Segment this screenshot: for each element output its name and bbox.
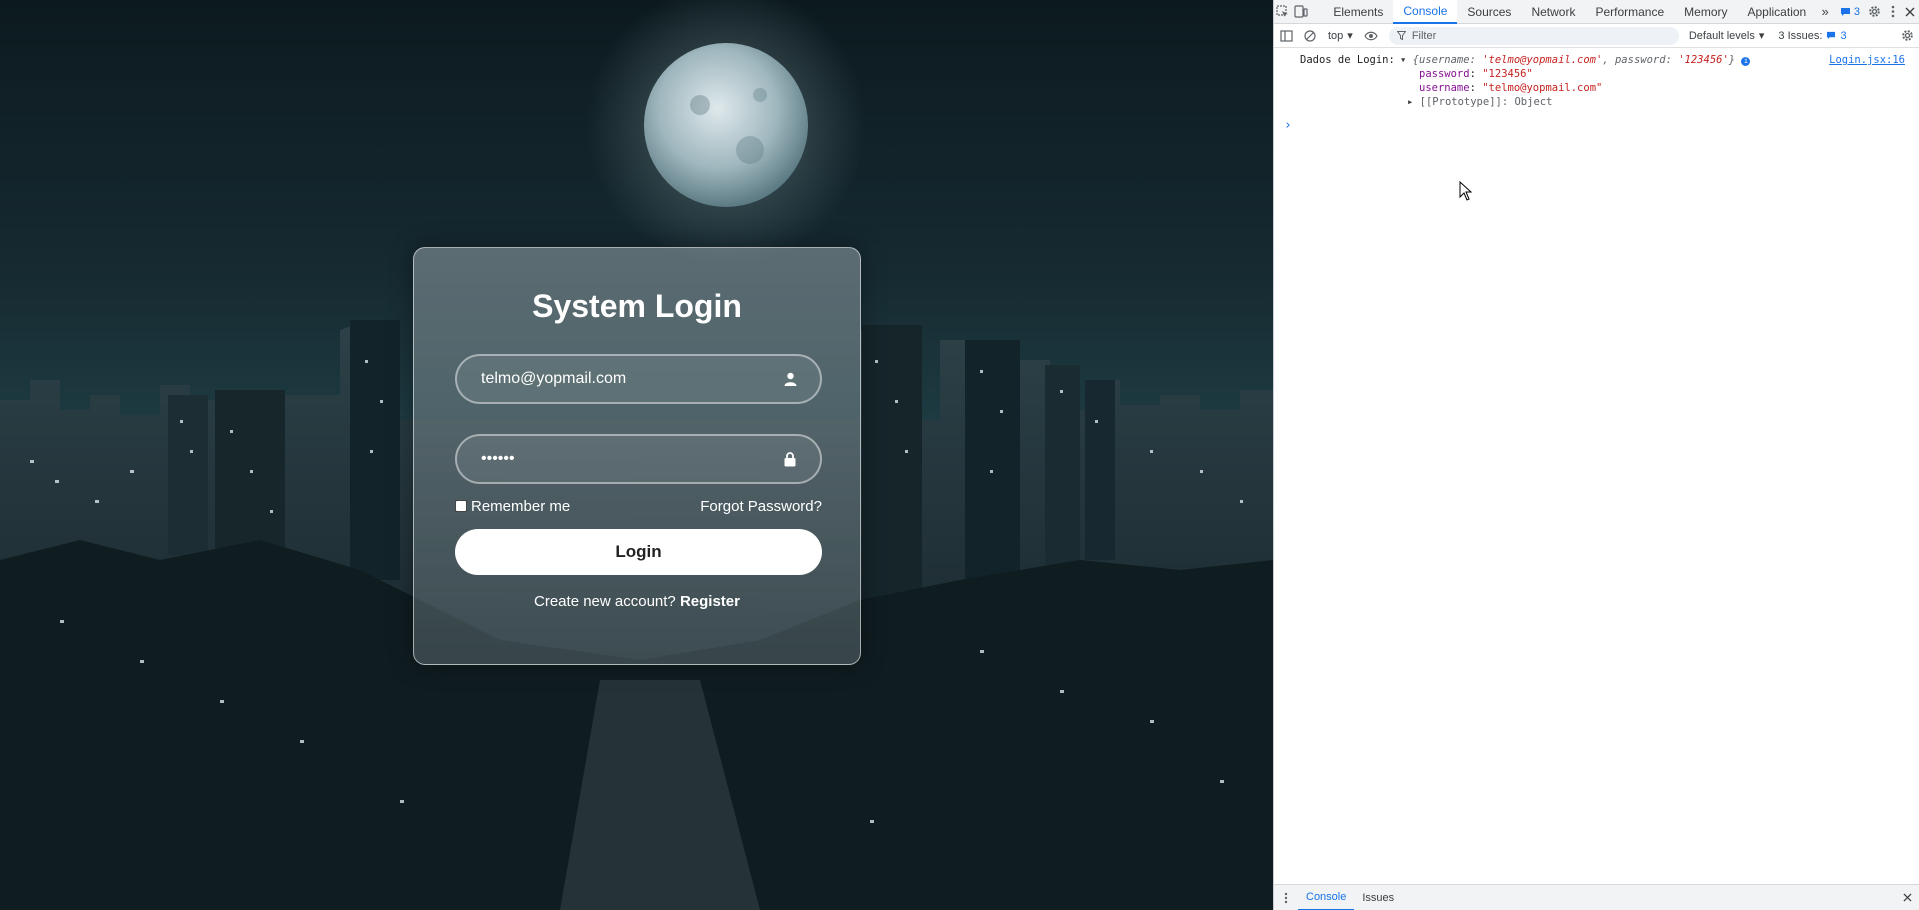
log-source-link[interactable]: Login.jsx:16	[1829, 54, 1905, 66]
login-options-row: Remember me Forgot Password?	[455, 496, 822, 516]
summary-key-username: username	[1418, 54, 1470, 66]
forgot-password-link[interactable]: Forgot Password?	[700, 498, 822, 515]
property-key: username	[1419, 82, 1470, 94]
settings-gear-icon[interactable]	[1866, 0, 1884, 24]
user-icon	[782, 371, 798, 387]
remember-me[interactable]: Remember me	[455, 498, 570, 515]
messages-count: 3	[1853, 5, 1861, 18]
tab-performance[interactable]: Performance	[1585, 0, 1674, 24]
property-username: username: "telmo@yopmail.com"	[1419, 82, 1603, 94]
console-prompt-chevron-icon[interactable]: ›	[1284, 118, 1292, 133]
log-object-summary[interactable]: ▾ {username: 'telmo@yopmail.com', passwo…	[1400, 54, 1751, 66]
login-form-card: System Login Remember me Forgot Password…	[413, 247, 861, 665]
property-value: "telmo@yopmail.com"	[1482, 82, 1603, 94]
property-key: password	[1419, 68, 1470, 80]
close-devtools-icon[interactable]	[1901, 0, 1919, 24]
log-message-prefix: Dados de Login:	[1300, 54, 1395, 66]
console-settings-gear-icon[interactable]	[1895, 24, 1919, 48]
filter-funnel-icon	[1396, 31, 1406, 40]
tab-memory[interactable]: Memory	[1674, 0, 1737, 24]
summary-value-username: 'telmo@yopmail.com'	[1482, 54, 1603, 66]
page-viewport: System Login Remember me Forgot Password…	[0, 0, 1273, 910]
moon	[644, 43, 808, 207]
password-field[interactable]	[455, 434, 822, 484]
tab-elements[interactable]: Elements	[1323, 0, 1393, 24]
devtools-drawer: Console Issues	[1274, 884, 1919, 910]
drawer-tab-console[interactable]: Console	[1298, 885, 1355, 910]
devtools-tab-bar: Elements Console Sources Network Perform…	[1274, 0, 1919, 24]
tab-network[interactable]: Network	[1521, 0, 1585, 24]
property-password: password: "123456"	[1419, 68, 1533, 80]
levels-value: Default levels	[1688, 29, 1755, 42]
remember-me-label: Remember me	[471, 497, 571, 515]
drawer-tab-issues[interactable]: Issues	[1354, 885, 1402, 910]
devtools-panel: Elements Console Sources Network Perform…	[1273, 0, 1919, 910]
info-icon[interactable]: i	[1741, 57, 1751, 66]
property-prototype[interactable]: ▸ [[Prototype]]: Object	[1407, 96, 1552, 108]
mouse-pointer-icon	[1459, 181, 1473, 201]
console-filter-input[interactable]: Filter	[1388, 26, 1679, 45]
console-output: Dados de Login: ▾ {username: 'telmo@yopm…	[1274, 48, 1919, 884]
username-input[interactable]	[481, 370, 782, 388]
messages-badge[interactable]: 3	[1834, 6, 1866, 18]
live-expression-eye-icon[interactable]	[1359, 24, 1383, 48]
inspect-element-icon[interactable]	[1274, 0, 1292, 24]
kebab-menu-icon[interactable]	[1884, 0, 1902, 24]
password-input[interactable]	[481, 450, 782, 468]
device-toolbar-icon[interactable]	[1292, 0, 1310, 24]
console-toolbar: top ▾ Filter Default levels ▾ 3 Issues: …	[1274, 24, 1919, 48]
register-row: Create new account? Register	[414, 593, 860, 610]
more-tabs-icon[interactable]: »	[1816, 0, 1834, 24]
filter-placeholder: Filter	[1411, 29, 1437, 42]
expand-triangle-icon[interactable]: ▾	[1400, 54, 1406, 66]
tab-application[interactable]: Application	[1738, 0, 1817, 24]
login-title: System Login	[532, 288, 742, 324]
summary-value-password: '123456'	[1678, 54, 1729, 66]
tab-sources[interactable]: Sources	[1457, 0, 1521, 24]
prototype-label: [[Prototype]]: Object	[1419, 96, 1553, 108]
tab-console[interactable]: Console	[1393, 0, 1458, 24]
username-field[interactable]	[455, 354, 822, 404]
summary-key-password: password	[1614, 54, 1666, 66]
register-prompt: Create new account?	[534, 593, 676, 610]
sidebar-toggle-icon[interactable]	[1274, 24, 1298, 48]
issues-counter[interactable]: 3 Issues: 3	[1778, 30, 1846, 42]
property-value: "123456"	[1482, 68, 1533, 80]
issues-number: 3	[1840, 29, 1847, 42]
drawer-menu-icon[interactable]	[1274, 886, 1298, 910]
clear-console-icon[interactable]	[1298, 24, 1322, 48]
log-levels-select[interactable]: Default levels ▾	[1688, 29, 1765, 43]
chevron-down-icon: ▾	[1758, 30, 1765, 42]
register-link[interactable]: Register	[680, 593, 740, 610]
login-button[interactable]: Login	[455, 529, 822, 575]
issues-label: 3 Issues:	[1778, 29, 1823, 42]
lock-icon	[782, 451, 798, 467]
context-value: top	[1328, 29, 1344, 42]
collapse-triangle-icon[interactable]: ▸	[1407, 96, 1413, 108]
close-drawer-icon[interactable]	[1895, 886, 1919, 910]
context-select[interactable]: top ▾	[1322, 29, 1359, 43]
summary-close-brace: }	[1728, 54, 1736, 66]
message-icon	[1840, 7, 1850, 16]
remember-me-checkbox[interactable]	[455, 500, 467, 512]
message-icon	[1827, 31, 1836, 40]
chevron-down-icon: ▾	[1347, 30, 1353, 42]
